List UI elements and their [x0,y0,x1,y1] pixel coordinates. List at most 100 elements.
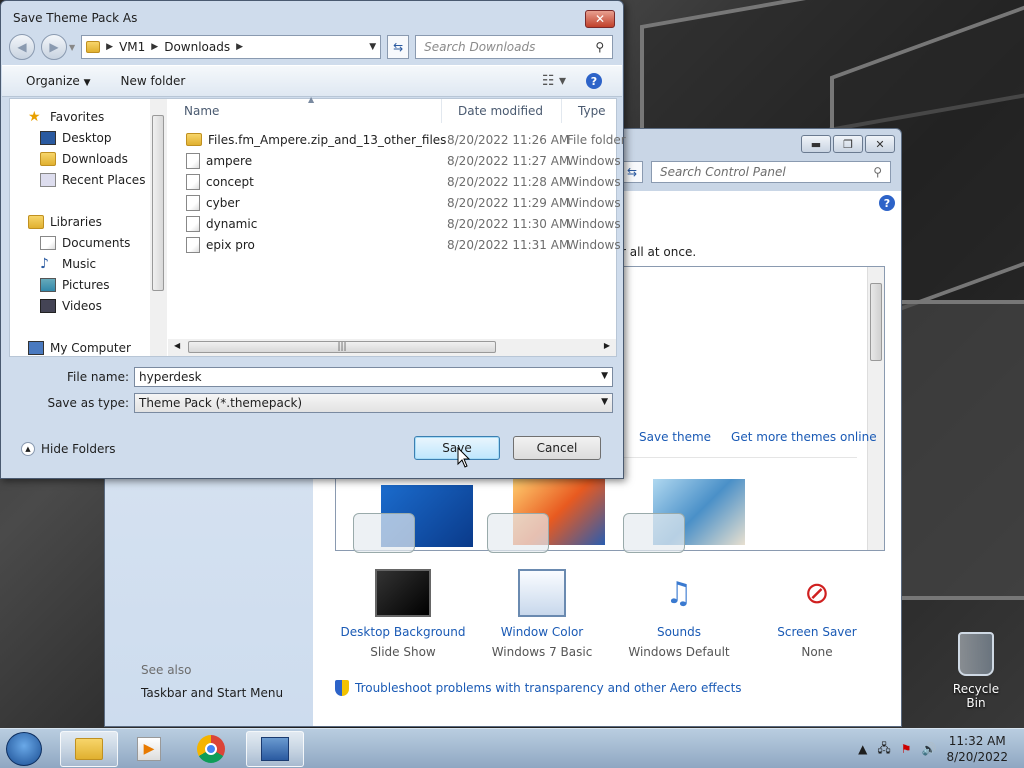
forward-button[interactable]: ▶ [41,34,67,60]
nav-music-label: Music [62,257,97,271]
file-date: 8/20/2022 11:31 AM [447,237,570,252]
close-button[interactable]: ✕ [865,135,895,153]
scrollbar-thumb[interactable] [152,115,164,291]
scroll-right-icon[interactable]: ▶ [604,341,610,350]
help-icon[interactable]: ? [586,73,602,89]
nav-recent-places[interactable]: Recent Places [40,170,145,190]
view-options-icon[interactable]: ☷ ▾ [542,73,566,89]
chevron-right-icon[interactable]: ▶ [151,42,158,52]
file-type: Windows [567,195,621,210]
theme-frame [487,513,549,553]
action-center-icon[interactable]: ⚑ [901,742,912,756]
nav-libraries[interactable]: Libraries [28,212,102,232]
sort-ascending-icon: ▲ [308,95,315,104]
nav-music[interactable]: ♪ Music [40,254,96,274]
clock-time: 11:32 AM [948,734,1006,748]
file-row[interactable]: ampere 8/20/2022 11:27 AM Windows [168,150,621,171]
network-icon[interactable]: 🖧 [877,739,890,760]
column-name[interactable]: Name [168,99,442,123]
file-name: ampere [206,153,253,168]
desktop-background-label[interactable]: Desktop Background [333,625,473,639]
column-type[interactable]: Type [562,99,622,123]
desktop-background-item[interactable]: Desktop Background Slide Show [333,569,473,659]
breadcrumb-vm1[interactable]: VM1 [119,40,145,54]
troubleshoot-link[interactable]: Troubleshoot problems with transparency … [355,681,742,695]
taskbar-media-player[interactable]: ▶ [120,731,178,767]
file-icon [186,236,200,253]
scrollbar-thumb[interactable] [870,283,882,361]
new-folder-button[interactable]: New folder [121,74,186,88]
file-list: Name Date modified Type ▲ Files.fm_Amper… [168,95,626,356]
window-color-item[interactable]: Window Color Windows 7 Basic [472,569,612,659]
taskbar-start-menu-link[interactable]: Taskbar and Start Menu [141,686,283,700]
nav-desktop[interactable]: Desktop [40,128,112,148]
nav-videos[interactable]: Videos [40,296,102,316]
refresh-icon[interactable]: ⇆ [387,35,410,59]
sounds-sub: Windows Default [628,645,730,659]
recycle-bin[interactable]: Recycle Bin [944,632,1008,710]
save-theme-link[interactable]: Save theme [639,430,711,444]
column-date-modified[interactable]: Date modified [442,99,562,123]
file-date: 8/20/2022 11:26 AM [447,132,570,147]
pictures-icon [40,278,56,292]
start-button[interactable] [6,732,42,766]
cancel-button[interactable]: Cancel [513,436,601,460]
nav-favorites-label: Favorites [50,110,105,124]
nav-documents-label: Documents [62,236,131,250]
get-more-themes-link[interactable]: Get more themes online [731,430,877,444]
minimize-button[interactable]: ▬ [801,135,831,153]
address-dropdown-icon[interactable]: ▼ [369,42,376,52]
save-as-type-select[interactable]: Theme Pack (*.themepack) ▼ [134,393,613,413]
file-row[interactable]: cyber 8/20/2022 11:29 AM Windows [168,192,621,213]
history-dropdown-icon[interactable]: ▼ [69,43,75,52]
file-type: Windows [567,174,621,189]
nav-my-computer[interactable]: My Computer [28,338,131,358]
taskbar-chrome[interactable] [182,731,240,767]
chevron-right-icon[interactable]: ▶ [106,42,113,52]
chevron-down-icon[interactable]: ▼ [601,371,608,381]
volume-icon[interactable]: 🔊 [922,742,937,756]
save-as-type-value: Theme Pack (*.themepack) [139,396,303,410]
window-color-label[interactable]: Window Color [472,625,612,639]
file-row[interactable]: Files.fm_Ampere.zip_and_13_other_files 8/… [168,129,626,150]
clock[interactable]: 11:32 AM 8/20/2022 [946,733,1008,765]
hide-folders-button[interactable]: ▲ Hide Folders [21,442,116,456]
file-row[interactable]: dynamic 8/20/2022 11:30 AM Windows [168,213,621,234]
back-button[interactable]: ◀ [9,34,35,60]
nav-scrollbar[interactable] [150,99,167,356]
theme-list-scrollbar[interactable] [867,267,884,550]
sounds-label[interactable]: Sounds [609,625,749,639]
dialog-close-button[interactable]: ✕ [585,10,615,28]
navigation-pane: ★ Favorites Desktop Downloads Recent Plac… [10,99,167,356]
file-name-input[interactable]: hyperdesk ▼ [134,367,613,387]
show-hidden-icons-icon[interactable]: ▲ [858,742,867,756]
taskbar-explorer[interactable] [60,731,118,767]
maximize-button[interactable]: ❐ [833,135,863,153]
sounds-item[interactable]: ♫ Sounds Windows Default [609,569,749,660]
column-date-label: Date modified [458,104,544,118]
breadcrumb-downloads[interactable]: Downloads [164,40,230,54]
nav-pictures[interactable]: Pictures [40,275,110,295]
help-icon[interactable]: ? [879,195,895,211]
file-row[interactable]: epix pro 8/20/2022 11:31 AM Windows [168,234,621,255]
scrollbar-thumb[interactable]: ||| [188,341,496,353]
horizontal-scrollbar[interactable]: ◀ ||| ▶ [168,339,616,356]
taskbar-control-panel[interactable] [246,731,304,767]
screen-saver-label[interactable]: Screen Saver [747,625,887,639]
organize-button[interactable]: Organize ▼ [26,74,91,88]
search-downloads-input[interactable]: Search Downloads ⚲ [415,35,614,59]
nav-downloads[interactable]: Downloads [40,149,128,169]
chevron-down-icon: ▼ [83,78,91,88]
folder-icon [86,41,101,53]
theme-frame [353,513,415,553]
nav-documents[interactable]: Documents [40,233,130,253]
address-bar[interactable]: ▶ VM1 ▶ Downloads ▶ ▼ [81,35,382,59]
scroll-left-icon[interactable]: ◀ [174,341,180,350]
file-name: Files.fm_Ampere.zip_and_13_other_files [208,132,447,147]
chevron-down-icon[interactable]: ▼ [601,397,608,407]
screen-saver-item[interactable]: ⊘ Screen Saver None [747,569,887,660]
cp-search-input[interactable]: Search Control Panel ⚲ [651,161,891,183]
file-row[interactable]: concept 8/20/2022 11:28 AM Windows [168,171,621,192]
nav-favorites[interactable]: ★ Favorites [28,107,104,127]
chevron-right-icon[interactable]: ▶ [236,42,243,52]
